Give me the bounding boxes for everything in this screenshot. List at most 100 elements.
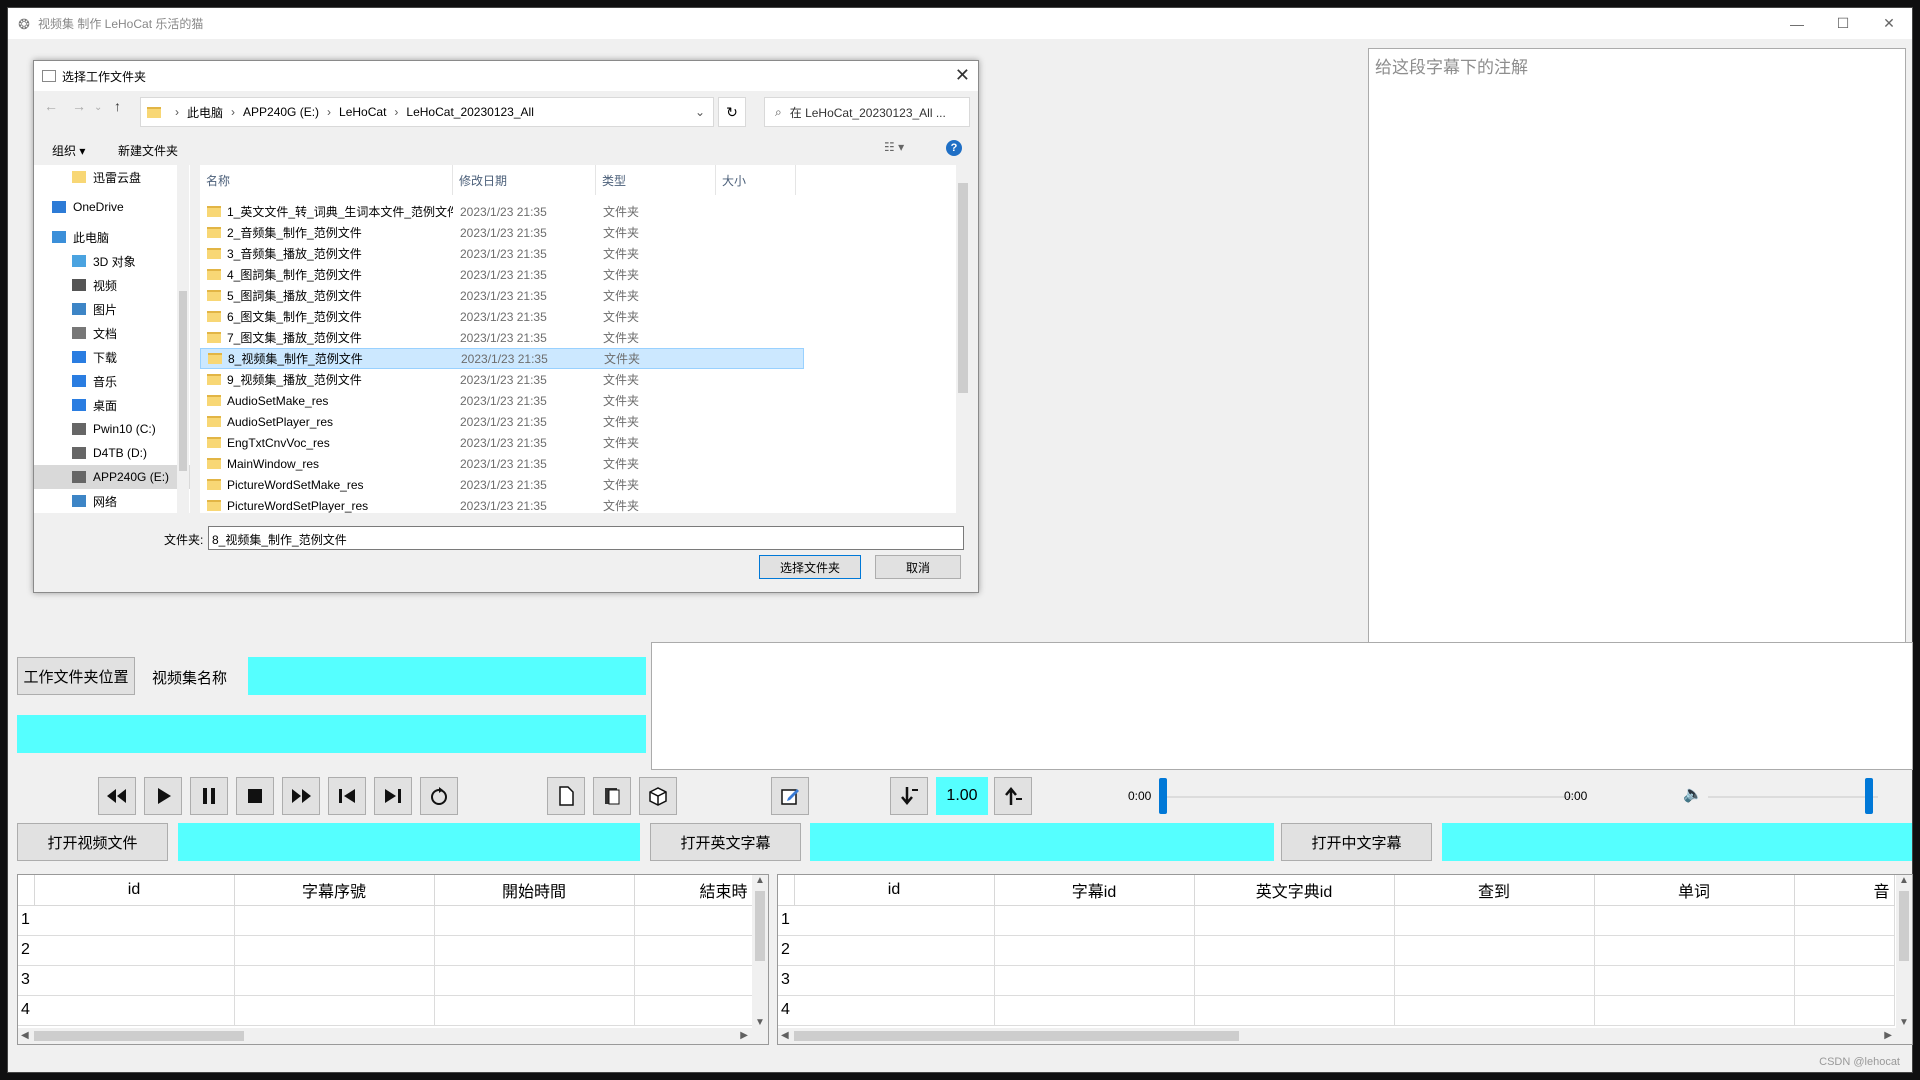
repeat-button[interactable] — [420, 777, 458, 815]
file-list[interactable]: 名称 修改日期 类型 大小 1_英文文件_转_词典_生词本文件_范例文件 2023… — [200, 165, 970, 513]
search-input[interactable]: ⌕ 在 LeHoCat_20230123_All ... — [764, 97, 970, 127]
word-table[interactable]: id 字幕id 英文字典id 查到 单词 音 1 2 3 4 ▲ ▼ ◀ ▶ — [777, 874, 1913, 1045]
column-header[interactable]: 查到 — [1394, 875, 1595, 906]
tree-item[interactable]: 音乐 — [34, 369, 190, 393]
tree-item[interactable]: OneDrive — [34, 195, 190, 219]
column-header[interactable]: 字幕序號 — [234, 875, 435, 906]
forward-arrow-icon[interactable]: → — [72, 98, 86, 114]
subtitle-display-area[interactable] — [651, 642, 1913, 770]
file-row[interactable]: EngTxtCnvVoc_res 2023/1/23 21:35 文件夹 — [200, 432, 804, 453]
table-row[interactable]: 4 — [18, 995, 755, 1026]
file-row[interactable]: 2_音频集_制作_范例文件 2023/1/23 21:35 文件夹 — [200, 222, 804, 243]
tree-scrollbar[interactable] — [177, 165, 189, 513]
file-row[interactable]: 8_视频集_制作_范例文件 2023/1/23 21:35 文件夹 — [200, 348, 804, 369]
help-icon[interactable]: ? — [946, 140, 962, 156]
file-row[interactable]: 3_音频集_播放_范例文件 2023/1/23 21:35 文件夹 — [200, 243, 804, 264]
new-folder-button[interactable]: 新建文件夹 — [118, 142, 178, 159]
refresh-icon[interactable]: ↻ — [718, 97, 746, 127]
table-row[interactable]: 3 — [778, 965, 1895, 996]
organize-menu[interactable]: 组织 ▾ — [52, 142, 85, 159]
table-row[interactable]: 2 — [18, 935, 755, 966]
folder-name-input[interactable]: 8_视频集_制作_范例文件 — [208, 526, 964, 550]
file-row[interactable]: 9_视频集_播放_范例文件 2023/1/23 21:35 文件夹 — [200, 369, 804, 390]
breadcrumb-item[interactable]: APP240G (E:) — [243, 105, 319, 119]
tree-item[interactable]: 桌面 — [34, 393, 190, 417]
edit-note-button[interactable] — [771, 777, 809, 815]
address-bar[interactable]: › 此电脑 › APP240G (E:) › LeHoCat › LeHoCat… — [140, 97, 714, 127]
vertical-scrollbar[interactable]: ▲ ▼ — [1896, 875, 1912, 1028]
cancel-button[interactable]: 取消 — [875, 555, 961, 579]
open-chinese-subtitle-button[interactable]: 打开中文字幕 — [1281, 823, 1432, 861]
file-row[interactable]: PictureWordSetMake_res 2023/1/23 21:35 文件夹 — [200, 474, 804, 495]
table-row[interactable]: 2 — [778, 935, 1895, 966]
horizontal-scrollbar[interactable]: ◀ ▶ — [18, 1028, 768, 1044]
tree-item[interactable]: 此电脑 — [34, 225, 190, 249]
column-header[interactable]: 開始時間 — [434, 875, 635, 906]
tree-item[interactable]: 图片 — [34, 297, 190, 321]
next-subtitle-button[interactable] — [374, 777, 412, 815]
play-button[interactable] — [144, 777, 182, 815]
file-row[interactable]: 5_图詞集_播放_范例文件 2023/1/23 21:35 文件夹 — [200, 285, 804, 306]
select-folder-button[interactable]: 选择文件夹 — [759, 555, 861, 579]
workdir-button[interactable]: 工作文件夹位置 — [17, 657, 135, 695]
new-file-button[interactable] — [547, 777, 585, 815]
pause-button[interactable] — [190, 777, 228, 815]
video-path-input[interactable] — [178, 823, 640, 861]
annotation-textarea[interactable]: 给这段字幕下的注解 — [1368, 48, 1906, 644]
file-row[interactable]: PictureWordSetPlayer_res 2023/1/23 21:35 文… — [200, 495, 804, 513]
file-row[interactable]: 6_图文集_制作_范例文件 2023/1/23 21:35 文件夹 — [200, 306, 804, 327]
column-type[interactable]: 类型 — [596, 165, 716, 195]
maximize-button[interactable]: ☐ — [1820, 8, 1866, 39]
breadcrumb-item[interactable]: 此电脑 — [187, 104, 223, 121]
tree-item[interactable]: 网络 — [34, 489, 190, 513]
table-row[interactable]: 4 — [778, 995, 1895, 1026]
tree-item[interactable]: D4TB (D:) — [34, 441, 190, 465]
english-subtitle-path-input[interactable] — [810, 823, 1274, 861]
tree-item[interactable]: Pwin10 (C:) — [34, 417, 190, 441]
volume-track[interactable] — [1708, 796, 1878, 798]
dialog-close-icon[interactable]: ✕ — [955, 65, 970, 86]
fast-forward-button[interactable] — [282, 777, 320, 815]
column-header[interactable]: 英文字典id — [1194, 875, 1395, 906]
column-header[interactable]: id — [794, 875, 995, 906]
file-row[interactable]: 7_图文集_播放_范例文件 2023/1/23 21:35 文件夹 — [200, 327, 804, 348]
file-row[interactable]: 1_英文文件_转_词典_生词本文件_范例文件 2023/1/23 21:35 文件夹 — [200, 201, 804, 222]
open-english-subtitle-button[interactable]: 打开英文字幕 — [650, 823, 801, 861]
minimize-button[interactable]: — — [1774, 8, 1820, 39]
progress-track[interactable] — [1164, 796, 1574, 798]
file-row[interactable]: MainWindow_res 2023/1/23 21:35 文件夹 — [200, 453, 804, 474]
column-header[interactable]: 結束時 — [634, 875, 755, 906]
navigation-tree[interactable]: 迅雷云盘 OneDrive 此电脑 3D 对象 视频 图片 文档 下载 音乐 桌面 Pwin10 (… — [34, 165, 190, 513]
breadcrumb-item[interactable]: LeHoCat_20230123_All — [406, 105, 533, 119]
table-row[interactable]: 1 — [778, 905, 1895, 936]
breadcrumb-item[interactable]: LeHoCat — [339, 105, 386, 119]
save-file-button[interactable] — [639, 777, 677, 815]
speed-up-button[interactable] — [994, 777, 1032, 815]
address-dropdown-icon[interactable]: ⌄ — [695, 105, 705, 119]
column-header[interactable]: id — [34, 875, 235, 906]
tree-item[interactable]: APP240G (E:) — [34, 465, 190, 489]
close-button[interactable]: ✕ — [1866, 8, 1912, 39]
tree-item[interactable]: 迅雷云盘 — [34, 165, 190, 189]
up-arrow-icon[interactable]: ↑ — [114, 98, 121, 114]
tree-item[interactable]: 3D 对象 — [34, 249, 190, 273]
horizontal-scrollbar[interactable]: ◀ ▶ — [778, 1028, 1912, 1044]
table-row[interactable]: 1 — [18, 905, 755, 936]
rewind-button[interactable] — [98, 777, 136, 815]
workdir-path-input[interactable] — [17, 715, 646, 753]
column-header[interactable]: 单词 — [1594, 875, 1795, 906]
speed-down-button[interactable] — [890, 777, 928, 815]
subtitle-table[interactable]: id 字幕序號 開始時間 結束時 1 2 3 4 ▲ ▼ ◀ ▶ — [17, 874, 769, 1045]
file-list-scrollbar[interactable] — [956, 165, 970, 513]
tree-item[interactable]: 下载 — [34, 345, 190, 369]
file-row[interactable]: AudioSetMake_res 2023/1/23 21:35 文件夹 — [200, 390, 804, 411]
column-name[interactable]: 名称 — [200, 165, 453, 195]
volume-handle[interactable] — [1865, 778, 1873, 814]
table-row[interactable]: 3 — [18, 965, 755, 996]
previous-subtitle-button[interactable] — [328, 777, 366, 815]
tree-item[interactable]: 视频 — [34, 273, 190, 297]
chinese-subtitle-path-input[interactable] — [1442, 823, 1912, 861]
tree-item[interactable]: 文档 — [34, 321, 190, 345]
progress-handle[interactable] — [1159, 778, 1167, 814]
file-row[interactable]: AudioSetPlayer_res 2023/1/23 21:35 文件夹 — [200, 411, 804, 432]
